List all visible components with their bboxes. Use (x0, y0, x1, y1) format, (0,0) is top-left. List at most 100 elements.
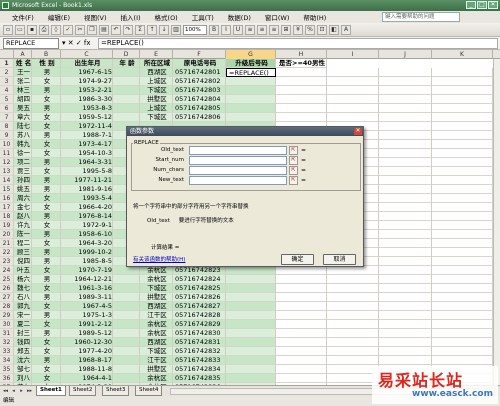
empty-cell[interactable] (327, 347, 379, 356)
phone-cell[interactable]: 05716742828 (173, 311, 226, 320)
name-cell[interactable]: 石八 (14, 293, 32, 302)
empty-cell[interactable] (432, 302, 493, 311)
empty-cell[interactable] (379, 185, 432, 194)
area-cell[interactable]: 余杭区 (140, 275, 173, 284)
row-number[interactable]: 25 (0, 275, 14, 284)
empty-cell[interactable] (432, 68, 493, 77)
phone-cell[interactable]: 05716742825 (173, 284, 226, 293)
sex-cell[interactable]: 男 (32, 158, 61, 167)
fill-color-icon[interactable]: ◧ (329, 24, 339, 35)
sex-cell[interactable]: 女 (32, 167, 61, 176)
name-cell[interactable]: 王一 (14, 68, 32, 77)
empty-cell[interactable] (432, 329, 493, 338)
phone-cell[interactable]: 05716742801 (173, 68, 226, 77)
male-40-cell[interactable] (276, 311, 327, 320)
help-search-input[interactable]: 键入需要帮助的问题 (382, 12, 460, 22)
row-number[interactable]: 17 (0, 203, 14, 212)
column-header[interactable]: C (61, 50, 113, 59)
range-picker-icon[interactable]: ⇱ (289, 156, 298, 165)
area-cell[interactable]: 余杭区 (140, 329, 173, 338)
birth-cell[interactable]: 1993-5-4 (61, 194, 113, 203)
empty-cell[interactable] (432, 284, 493, 293)
empty-cell[interactable] (432, 113, 493, 122)
row-number[interactable]: 5 (0, 95, 14, 104)
name-cell[interactable]: 叶五 (14, 266, 32, 275)
sex-cell[interactable]: 女 (32, 194, 61, 203)
name-cell[interactable]: 项二 (14, 158, 32, 167)
sex-cell[interactable]: 女 (32, 239, 61, 248)
empty-cell[interactable] (432, 77, 493, 86)
name-cell[interactable]: 魏七 (14, 284, 32, 293)
age-cell[interactable] (113, 311, 140, 320)
male-40-cell[interactable] (276, 338, 327, 347)
zoom-select[interactable]: 100% (183, 24, 207, 35)
column-header[interactable]: J (379, 50, 432, 59)
phone-cell[interactable]: 05716742824 (173, 275, 226, 284)
merge-icon[interactable]: ⊞ (281, 24, 291, 35)
column-title[interactable]: 升级后号码 (226, 59, 276, 68)
male-40-cell[interactable] (276, 266, 327, 275)
row-number[interactable]: 35 (0, 365, 14, 374)
upgraded-phone-cell[interactable] (226, 86, 276, 95)
column-header[interactable]: I (327, 50, 379, 59)
menu-item[interactable]: 工具(T) (192, 12, 214, 22)
sex-cell[interactable]: 女 (32, 338, 61, 347)
sex-cell[interactable]: 男 (32, 86, 61, 95)
menu-item[interactable]: 插入(I) (121, 12, 141, 22)
name-cell[interactable]: 郭九 (14, 302, 32, 311)
formula-input[interactable]: =REPLACE() (98, 38, 498, 49)
empty-cell[interactable] (327, 311, 379, 320)
empty-cell[interactable] (432, 104, 493, 113)
sex-cell[interactable]: 女 (32, 77, 61, 86)
sex-cell[interactable]: 女 (32, 284, 61, 293)
birth-cell[interactable]: 1954-10-3 (61, 149, 113, 158)
empty-cell[interactable] (327, 104, 379, 113)
chart-icon[interactable]: ▥ (171, 24, 181, 35)
empty-cell[interactable] (379, 266, 432, 275)
male-40-cell[interactable] (276, 95, 327, 104)
empty-cell[interactable] (379, 203, 432, 212)
empty-cell[interactable] (327, 77, 379, 86)
age-cell[interactable] (113, 329, 140, 338)
column-header[interactable]: B (32, 50, 61, 59)
area-cell[interactable]: 拱墅区 (140, 293, 173, 302)
area-cell[interactable]: 上城区 (140, 77, 173, 86)
birth-cell[interactable]: 1958-6-10 (61, 230, 113, 239)
empty-cell[interactable] (432, 185, 493, 194)
upgraded-phone-cell[interactable] (226, 113, 276, 122)
empty-cell[interactable] (432, 158, 493, 167)
empty-cell[interactable] (379, 239, 432, 248)
column-title[interactable]: 出生年月 (61, 59, 113, 68)
sex-cell[interactable]: 女 (32, 365, 61, 374)
male-40-cell[interactable] (276, 356, 327, 365)
sort-desc-icon[interactable]: ↓ (159, 24, 169, 35)
birth-cell[interactable]: 1988-11-8 (61, 365, 113, 374)
area-cell[interactable]: 拱墅区 (140, 95, 173, 104)
empty-cell[interactable] (432, 203, 493, 212)
sheet-nav-button[interactable]: ▸▸ (26, 387, 33, 395)
birth-cell[interactable]: 1967-4-5 (61, 302, 113, 311)
name-cell[interactable]: 孙四 (14, 176, 32, 185)
column-title[interactable]: 是否>=40男性 (276, 59, 327, 68)
empty-cell[interactable] (379, 158, 432, 167)
birth-cell[interactable]: 1972-9-1 (61, 221, 113, 230)
age-cell[interactable] (113, 293, 140, 302)
age-cell[interactable] (113, 95, 140, 104)
male-40-cell[interactable] (276, 284, 327, 293)
upgraded-phone-cell[interactable] (226, 311, 276, 320)
empty-cell[interactable] (432, 149, 493, 158)
name-cell[interactable]: 贾三 (14, 167, 32, 176)
row-number[interactable]: 15 (0, 185, 14, 194)
area-cell[interactable]: 下城区 (140, 284, 173, 293)
sex-cell[interactable]: 女 (32, 302, 61, 311)
cancel-button[interactable]: 取消 (323, 254, 356, 265)
name-cell[interactable]: 倪四 (14, 257, 32, 266)
empty-cell[interactable] (432, 239, 493, 248)
name-cell[interactable]: 夏二 (14, 320, 32, 329)
column-title[interactable]: 年 龄 (113, 59, 140, 68)
empty-cell[interactable] (379, 248, 432, 257)
align-center-icon[interactable]: ≡ (257, 24, 267, 35)
area-cell[interactable]: 江干区 (140, 356, 173, 365)
align-left-icon[interactable]: ≡ (245, 24, 255, 35)
empty-cell[interactable] (432, 212, 493, 221)
